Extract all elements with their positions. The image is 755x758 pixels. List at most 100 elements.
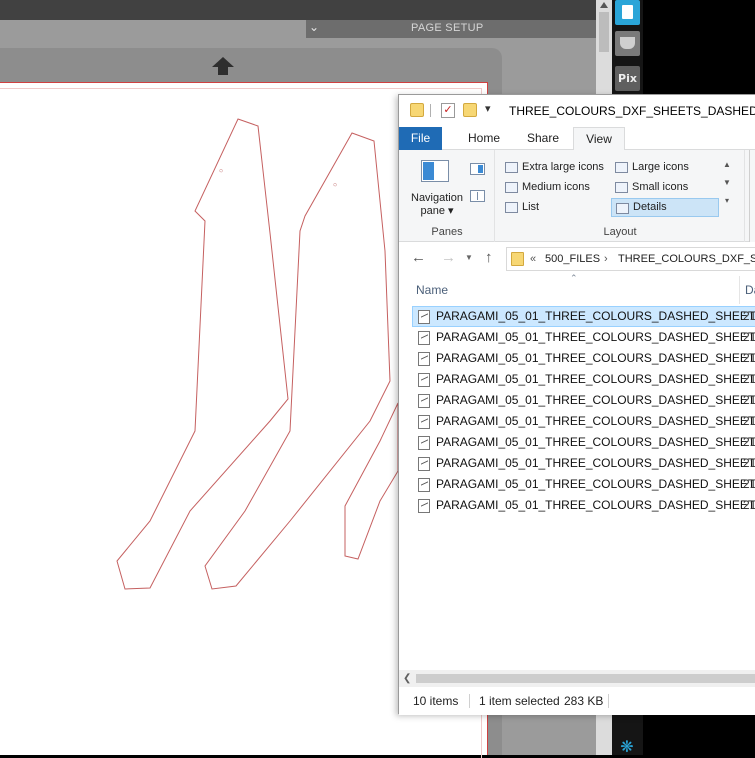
navigation-pane-button[interactable]: Navigation pane ▾	[407, 192, 467, 218]
large-icons-icon	[615, 162, 628, 173]
layout-large-icons[interactable]: Large icons	[611, 158, 719, 177]
file-date: 21	[743, 435, 755, 449]
file-date: 21	[743, 393, 755, 407]
title-bar[interactable]: ✓ ▾ THREE_COLOURS_DXF_SHEETS_DASHED	[399, 95, 755, 127]
details-icon	[616, 203, 629, 214]
scroll-left-arrow-icon[interactable]: ❮	[403, 670, 411, 687]
tab-file[interactable]: File	[399, 127, 442, 150]
tab-home[interactable]: Home	[455, 127, 513, 150]
feed-direction-arrow-icon	[212, 57, 234, 75]
column-header-name[interactable]: Name	[416, 283, 448, 297]
file-name: PARAGAMI_05_01_THREE_COLOURS_DASHED_SHEE…	[436, 498, 755, 512]
file-row[interactable]: PARAGAMI_05_01_THREE_COLOURS_DASHED_SHEE…	[412, 495, 755, 516]
file-name: PARAGAMI_05_01_THREE_COLOURS_DASHED_SHEE…	[436, 330, 755, 344]
small-icons-icon	[615, 182, 628, 193]
page-setup-panel-header[interactable]: ⌄ PAGE SETUP	[306, 20, 596, 38]
breadcrumb-segment[interactable]: 500_FILES	[545, 248, 600, 270]
file-date: 21	[743, 414, 755, 428]
shape-mark: o	[217, 168, 225, 174]
layout-option-label: Medium icons	[522, 181, 590, 193]
file-row[interactable]: PARAGAMI_05_01_THREE_COLOURS_DASHED_SHEE…	[412, 453, 755, 474]
status-divider	[608, 694, 609, 708]
file-row[interactable]: PARAGAMI_05_01_THREE_COLOURS_DASHED_SHEE…	[412, 474, 755, 495]
back-arrow-icon[interactable]: ←	[411, 249, 426, 266]
breadcrumb-segment[interactable]: THREE_COLOURS_DXF_SHEETS_DASHED	[618, 248, 755, 270]
file-row[interactable]: PARAGAMI_05_01_THREE_COLOURS_DASHED_SHEE…	[412, 390, 755, 411]
layout-option-label: List	[522, 201, 540, 213]
layout-gallery-scroll[interactable]: ▲ ▼ ▾	[721, 156, 733, 214]
file-name: PARAGAMI_05_01_THREE_COLOURS_DASHED_SHEE…	[436, 372, 755, 386]
dxf-file-icon	[418, 499, 430, 513]
cut-shape-1	[116, 118, 289, 590]
selection-count: 1 item selected	[479, 694, 560, 708]
navigation-pane-icon[interactable]	[421, 160, 449, 182]
ribbon: Navigation pane ▾ Panes Extra large icon…	[399, 150, 755, 242]
column-divider[interactable]	[739, 276, 740, 304]
list-icon	[505, 202, 518, 213]
file-name: PARAGAMI_05_01_THREE_COLOURS_DASHED_SHEE…	[436, 351, 755, 365]
scrollbar-thumb[interactable]	[416, 674, 755, 683]
horizontal-scrollbar[interactable]: ❮	[399, 670, 755, 687]
layout-list[interactable]: List	[501, 198, 609, 217]
file-row[interactable]: PARAGAMI_05_01_THREE_COLOURS_DASHED_SHEE…	[412, 411, 755, 432]
column-header-date[interactable]: Da	[745, 283, 755, 297]
file-name: PARAGAMI_05_01_THREE_COLOURS_DASHED_SHEE…	[436, 414, 755, 428]
dxf-file-icon	[418, 373, 430, 387]
layout-small-icons[interactable]: Small icons	[611, 178, 719, 197]
folder-icon	[511, 252, 524, 266]
item-count: 10 items	[413, 694, 459, 708]
properties-icon[interactable]: ✓	[441, 103, 455, 118]
file-name: PARAGAMI_05_01_THREE_COLOURS_DASHED_SHEE…	[436, 309, 755, 323]
chevron-down-icon[interactable]: ⌄	[309, 20, 319, 34]
medium-icons-icon	[505, 182, 518, 193]
cut-shape-3	[344, 402, 399, 560]
status-bar: 10 items 1 item selected 283 KB	[399, 688, 755, 715]
app-top-bar	[0, 0, 612, 20]
layout-option-label: Small icons	[632, 181, 689, 193]
layout-details[interactable]: Details	[611, 198, 719, 217]
file-date: 21	[743, 456, 755, 470]
file-explorer-window: ✓ ▾ THREE_COLOURS_DXF_SHEETS_DASHED File…	[398, 94, 755, 715]
customize-toolbar-dropdown-icon[interactable]: ▾	[485, 102, 491, 115]
file-date: 21	[743, 330, 755, 344]
layout-option-label: Extra large icons	[522, 161, 604, 173]
breadcrumb-separator[interactable]: ›	[604, 248, 608, 270]
address-overflow[interactable]: «	[530, 248, 536, 270]
layout-option-label: Large icons	[632, 161, 689, 173]
tab-share[interactable]: Share	[517, 127, 569, 150]
file-date: 21	[743, 477, 755, 491]
file-row[interactable]: PARAGAMI_05_01_THREE_COLOURS_DASHED_SHEE…	[412, 306, 755, 327]
layout-medium-icons[interactable]: Medium icons	[501, 178, 609, 197]
send-icon[interactable]	[615, 0, 640, 25]
file-name: PARAGAMI_05_01_THREE_COLOURS_DASHED_SHEE…	[436, 393, 755, 407]
new-folder-icon[interactable]	[463, 103, 477, 117]
dxf-file-icon	[418, 310, 430, 324]
window-title: THREE_COLOURS_DXF_SHEETS_DASHED	[509, 104, 755, 118]
details-pane-icon[interactable]	[470, 190, 485, 202]
file-row[interactable]: PARAGAMI_05_01_THREE_COLOURS_DASHED_SHEE…	[412, 348, 755, 369]
scroll-up-arrow-icon[interactable]	[600, 2, 608, 8]
layout-extra-large-icons[interactable]: Extra large icons	[501, 158, 609, 177]
gear-icon[interactable]: ❋	[618, 738, 636, 755]
column-header-row: ⌃ Name Da	[399, 273, 755, 304]
up-arrow-icon[interactable]: ↑	[485, 249, 493, 266]
design-store-icon[interactable]	[615, 31, 640, 56]
layout-option-label: Details	[633, 201, 667, 213]
file-row[interactable]: PARAGAMI_05_01_THREE_COLOURS_DASHED_SHEE…	[412, 432, 755, 453]
pixscan-icon[interactable]: Pix	[615, 66, 640, 91]
shape-mark: o	[331, 182, 339, 188]
cut-shape-2	[204, 132, 391, 590]
address-input[interactable]: « 500_FILES › THREE_COLOURS_DXF_SHEETS_D…	[506, 247, 755, 271]
navigation-pane-label: Navigation pane ▾	[411, 192, 463, 217]
ribbon-tabs: File Home Share View	[399, 127, 755, 151]
file-row[interactable]: PARAGAMI_05_01_THREE_COLOURS_DASHED_SHEE…	[412, 369, 755, 390]
preview-pane-icon[interactable]	[470, 163, 485, 175]
panes-group-label: Panes	[431, 226, 463, 238]
forward-arrow-icon[interactable]: →	[441, 249, 456, 266]
dxf-file-icon	[418, 394, 430, 408]
file-row[interactable]: PARAGAMI_05_01_THREE_COLOURS_DASHED_SHEE…	[412, 327, 755, 348]
recent-locations-chevron-icon[interactable]: ▼	[465, 253, 473, 262]
selection-size: 283 KB	[564, 694, 604, 708]
tab-view[interactable]: View	[573, 127, 625, 151]
scrollbar-thumb[interactable]	[599, 12, 609, 52]
